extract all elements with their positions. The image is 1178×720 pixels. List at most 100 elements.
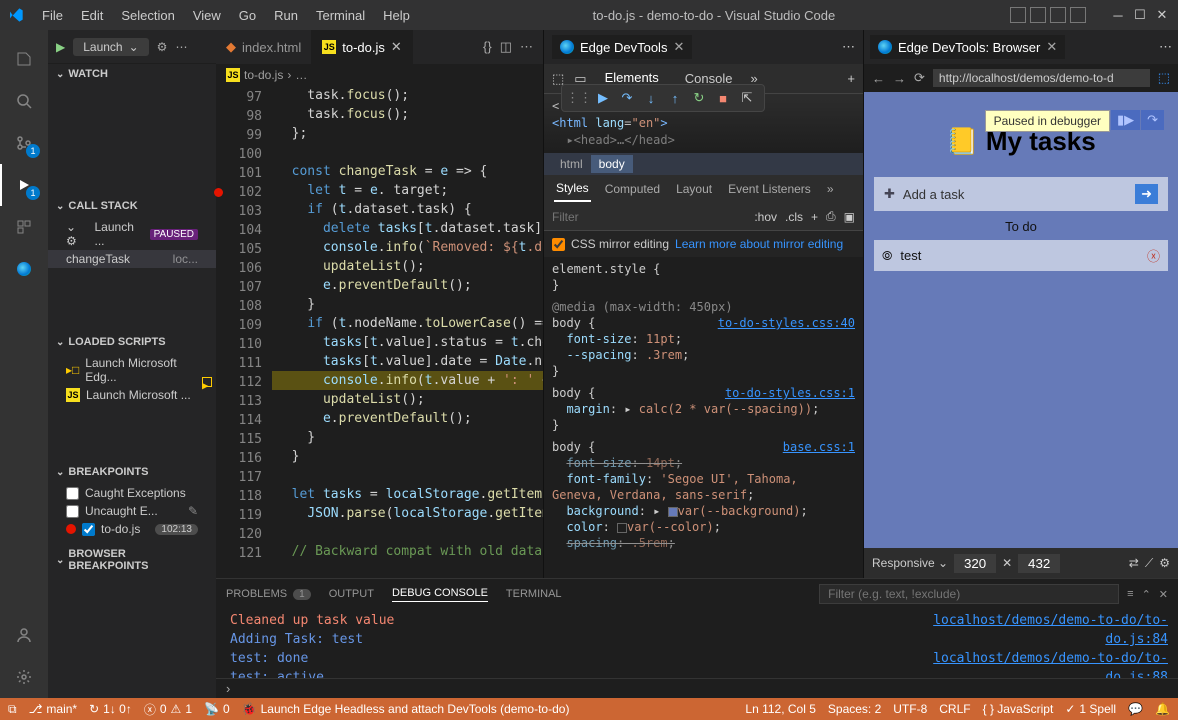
- close-button[interactable]: ✕: [1154, 7, 1170, 23]
- add-task-input[interactable]: ✚Add a task ➜: [874, 177, 1168, 211]
- account-icon[interactable]: [0, 614, 48, 656]
- back-icon[interactable]: ←: [872, 71, 885, 86]
- step-icon[interactable]: ↷: [1141, 110, 1164, 130]
- maximize-button[interactable]: ☐: [1132, 7, 1148, 23]
- bp-uncaught[interactable]: Uncaught E...✎: [48, 502, 216, 520]
- rotate-icon[interactable]: ⇄: [1129, 556, 1139, 570]
- extensions-icon[interactable]: [0, 206, 48, 248]
- filter-icon[interactable]: ≡: [1127, 588, 1133, 600]
- code-editor[interactable]: task.focus(); task.focus(); }; const cha…: [272, 86, 543, 578]
- side-icon[interactable]: ▣: [844, 210, 855, 224]
- restart-icon[interactable]: ↻: [690, 89, 708, 107]
- braces-icon[interactable]: {}: [483, 39, 492, 55]
- debug-console-input[interactable]: ›: [216, 678, 1178, 698]
- computed-tab[interactable]: Computed: [603, 177, 662, 201]
- submit-icon[interactable]: ➜: [1135, 184, 1158, 204]
- more-icon[interactable]: ⋯: [520, 39, 533, 55]
- styles-filter-input[interactable]: [552, 210, 746, 224]
- breadcrumb[interactable]: JSto-do.js›…: [216, 64, 543, 86]
- menu-go[interactable]: Go: [231, 8, 264, 23]
- thread-row[interactable]: ⌄ ⚙Launch ... PAUSED: [48, 218, 216, 250]
- stop-icon[interactable]: ■: [714, 89, 732, 107]
- menu-help[interactable]: Help: [375, 8, 418, 23]
- debug-icon[interactable]: 1: [0, 164, 48, 206]
- encoding-status[interactable]: UTF-8: [893, 702, 927, 716]
- gutter[interactable]: 9798991001011021031041051061071081091101…: [216, 86, 272, 578]
- continue-icon[interactable]: ▶: [594, 89, 612, 107]
- delete-icon[interactable]: ⓧ: [1147, 246, 1160, 265]
- step-over-icon[interactable]: ↷: [618, 89, 636, 107]
- check-icon[interactable]: ⦾: [882, 248, 892, 264]
- browser-bp-header[interactable]: ⌄BROWSER BREAKPOINTS: [48, 544, 216, 576]
- more-icon[interactable]: ⋯: [175, 40, 187, 54]
- responsive-select[interactable]: Responsive ⌄: [872, 556, 948, 570]
- loaded-scripts-header[interactable]: ⌄LOADED SCRIPTS: [48, 332, 216, 352]
- hov-toggle[interactable]: :hov: [754, 210, 777, 224]
- disconnect-icon[interactable]: ⇱: [738, 89, 756, 107]
- menu-selection[interactable]: Selection: [113, 8, 182, 23]
- problems-tab[interactable]: PROBLEMS1: [226, 588, 311, 600]
- feedback-icon[interactable]: 💬: [1128, 702, 1143, 716]
- split-icon[interactable]: ◫: [500, 39, 512, 55]
- select-element-icon[interactable]: ⬚: [1158, 70, 1170, 86]
- menu-file[interactable]: File: [34, 8, 71, 23]
- step-out-icon[interactable]: ↑: [666, 89, 684, 107]
- maximize-panel-icon[interactable]: ⌃: [1142, 588, 1151, 601]
- forward-icon[interactable]: →: [893, 71, 906, 86]
- gear-icon[interactable]: ⚙: [157, 40, 168, 54]
- tab-browser[interactable]: Edge DevTools: Browser✕: [870, 35, 1065, 59]
- dom-breadcrumb[interactable]: html body: [544, 153, 863, 175]
- reload-icon[interactable]: ⟳: [914, 70, 925, 86]
- step-into-icon[interactable]: ↓: [642, 89, 660, 107]
- edge-icon[interactable]: [0, 248, 48, 290]
- terminal-tab[interactable]: TERMINAL: [506, 588, 562, 600]
- gear-icon[interactable]: ⚙: [1159, 556, 1170, 570]
- events-tab[interactable]: Event Listeners: [726, 177, 813, 201]
- cursor-pos[interactable]: Ln 112, Col 5: [745, 702, 816, 716]
- menu-view[interactable]: View: [185, 8, 229, 23]
- search-icon[interactable]: [0, 80, 48, 122]
- add-tab-icon[interactable]: +: [847, 71, 855, 86]
- breakpoints-header[interactable]: ⌄BREAKPOINTS: [48, 462, 216, 482]
- indent-status[interactable]: Spaces: 2: [828, 702, 881, 716]
- edit-icon[interactable]: ✎: [188, 504, 198, 518]
- explorer-icon[interactable]: [0, 38, 48, 80]
- task-item[interactable]: ⦾ test ⓧ: [874, 240, 1168, 271]
- url-input[interactable]: [933, 69, 1150, 87]
- menu-edit[interactable]: Edit: [73, 8, 111, 23]
- bp-file[interactable]: to-do.js102:13: [48, 520, 216, 538]
- more-icon[interactable]: »: [825, 177, 836, 201]
- more-icon[interactable]: ⋯: [1159, 39, 1172, 55]
- watch-header[interactable]: ⌄WATCH: [48, 64, 216, 84]
- eol-status[interactable]: CRLF: [939, 702, 970, 716]
- stack-frame[interactable]: changeTask loc...: [48, 250, 216, 268]
- debug-console-tab[interactable]: DEBUG CONSOLE: [392, 587, 488, 602]
- minimize-button[interactable]: ─: [1110, 7, 1126, 23]
- loaded-script-2[interactable]: JSLaunch Microsoft ...: [48, 386, 216, 404]
- resume-icon[interactable]: ▮▶: [1111, 110, 1140, 130]
- bp-caught[interactable]: Caught Exceptions: [48, 484, 216, 502]
- layout-tab[interactable]: Layout: [674, 177, 714, 201]
- close-icon[interactable]: ✕: [1046, 39, 1057, 55]
- tab-to-do-js[interactable]: JSto-do.js✕: [312, 30, 413, 64]
- print-icon[interactable]: ⎙: [826, 209, 836, 224]
- start-debug-icon[interactable]: ▶: [56, 40, 65, 54]
- gear-icon[interactable]: [0, 656, 48, 698]
- scm-icon[interactable]: 1: [0, 122, 48, 164]
- launch-config-select[interactable]: Launch⌄: [73, 38, 148, 56]
- styles-body[interactable]: element.style {} @media (max-width: 450p…: [544, 257, 863, 578]
- height-input[interactable]: [1018, 554, 1060, 573]
- debug-status[interactable]: 🐞 Launch Edge Headless and attach DevToo…: [242, 702, 570, 716]
- loaded-script-1[interactable]: ▸□Launch Microsoft Edg...: [48, 354, 216, 386]
- panel-filter-input[interactable]: [819, 584, 1119, 604]
- debug-console[interactable]: Cleaned up task valueAdding Task: testte…: [216, 609, 1178, 678]
- sync-status[interactable]: ↻ 1↓ 0↑: [89, 702, 132, 716]
- remote-icon[interactable]: ⧉: [8, 702, 17, 717]
- spell-status[interactable]: ✓ 1 Spell: [1065, 702, 1116, 716]
- menu-run[interactable]: Run: [266, 8, 306, 23]
- menu-terminal[interactable]: Terminal: [308, 8, 373, 23]
- width-input[interactable]: [954, 554, 996, 573]
- cls-toggle[interactable]: .cls: [785, 210, 803, 224]
- wand-icon[interactable]: ⟋: [1145, 556, 1153, 571]
- bell-icon[interactable]: 🔔: [1155, 702, 1170, 716]
